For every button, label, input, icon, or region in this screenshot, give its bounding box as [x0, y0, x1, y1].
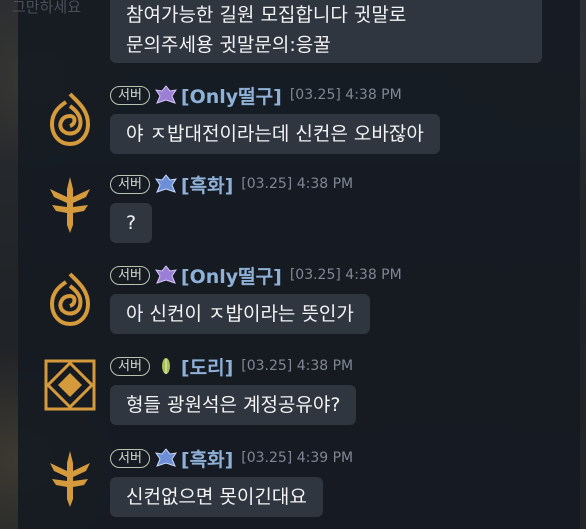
- player-name[interactable]: [도리]: [181, 353, 233, 380]
- message-meta: 서버 [Only떨구] [03.25] 4:38 PM: [110, 262, 402, 289]
- server-badge: 서버: [110, 85, 150, 105]
- diamond-emblem-icon: [44, 359, 96, 411]
- timestamp: [03.25] 4:38 PM: [289, 267, 402, 283]
- message-line: 문의주세용 귓말문의:응꿀: [126, 34, 331, 56]
- server-badge: 서버: [110, 448, 150, 468]
- message-bubble: 참여가능한 길원 모집합니다 귓말로 문의주세용 귓말문의:응꿀: [110, 0, 542, 63]
- message-bubble: 야 ㅈ밥대전이라는데 신컨은 오바잖아: [110, 114, 440, 154]
- message-bubble: 신컨없으면 못이긴대요: [110, 477, 323, 517]
- purple-crest-icon: [154, 265, 177, 284]
- timestamp: [03.25] 4:39 PM: [241, 450, 354, 466]
- player-name[interactable]: [흑화]: [181, 171, 233, 198]
- player-name[interactable]: [흑화]: [181, 445, 233, 472]
- blue-crest-icon: [154, 448, 177, 467]
- message-bubble: 아 신컨이 ㅈ밥이라는 뜻인가: [110, 294, 370, 334]
- green-leaf-icon: [161, 358, 170, 374]
- orange-swirl-emblem-icon: [49, 92, 91, 147]
- timestamp: [03.25] 4:38 PM: [241, 176, 354, 192]
- timestamp: [03.25] 4:38 PM: [289, 87, 402, 103]
- player-name[interactable]: [Only떨구]: [181, 82, 282, 109]
- message-meta: 서버 [흑화] [03.25] 4:39 PM: [110, 445, 354, 472]
- winged-sword-emblem-icon: [50, 177, 90, 233]
- player-name[interactable]: [Only떨구]: [181, 262, 282, 289]
- server-badge: 서버: [110, 356, 150, 376]
- message-line: 참여가능한 길원 모집합니다 귓말로: [126, 4, 407, 26]
- message-meta: 서버 [흑화] [03.25] 4:38 PM: [110, 171, 354, 198]
- message-meta: 서버 [Only떨구] [03.25] 4:38 PM: [110, 82, 402, 109]
- orange-swirl-emblem-icon: [49, 272, 91, 327]
- timestamp: [03.25] 4:38 PM: [241, 358, 354, 374]
- message-meta: 서버 [도리] [03.25] 4:38 PM: [110, 353, 354, 380]
- purple-crest-icon: [154, 85, 177, 104]
- server-badge: 서버: [110, 265, 150, 285]
- message-bubble: ?: [110, 203, 153, 243]
- blue-crest-icon: [154, 174, 177, 193]
- server-badge: 서버: [110, 174, 150, 194]
- winged-sword-emblem-icon: [50, 451, 90, 507]
- top-hint-text: 그만하세요: [12, 0, 82, 16]
- message-bubble: 형들 광원석은 계정공유야?: [110, 385, 357, 425]
